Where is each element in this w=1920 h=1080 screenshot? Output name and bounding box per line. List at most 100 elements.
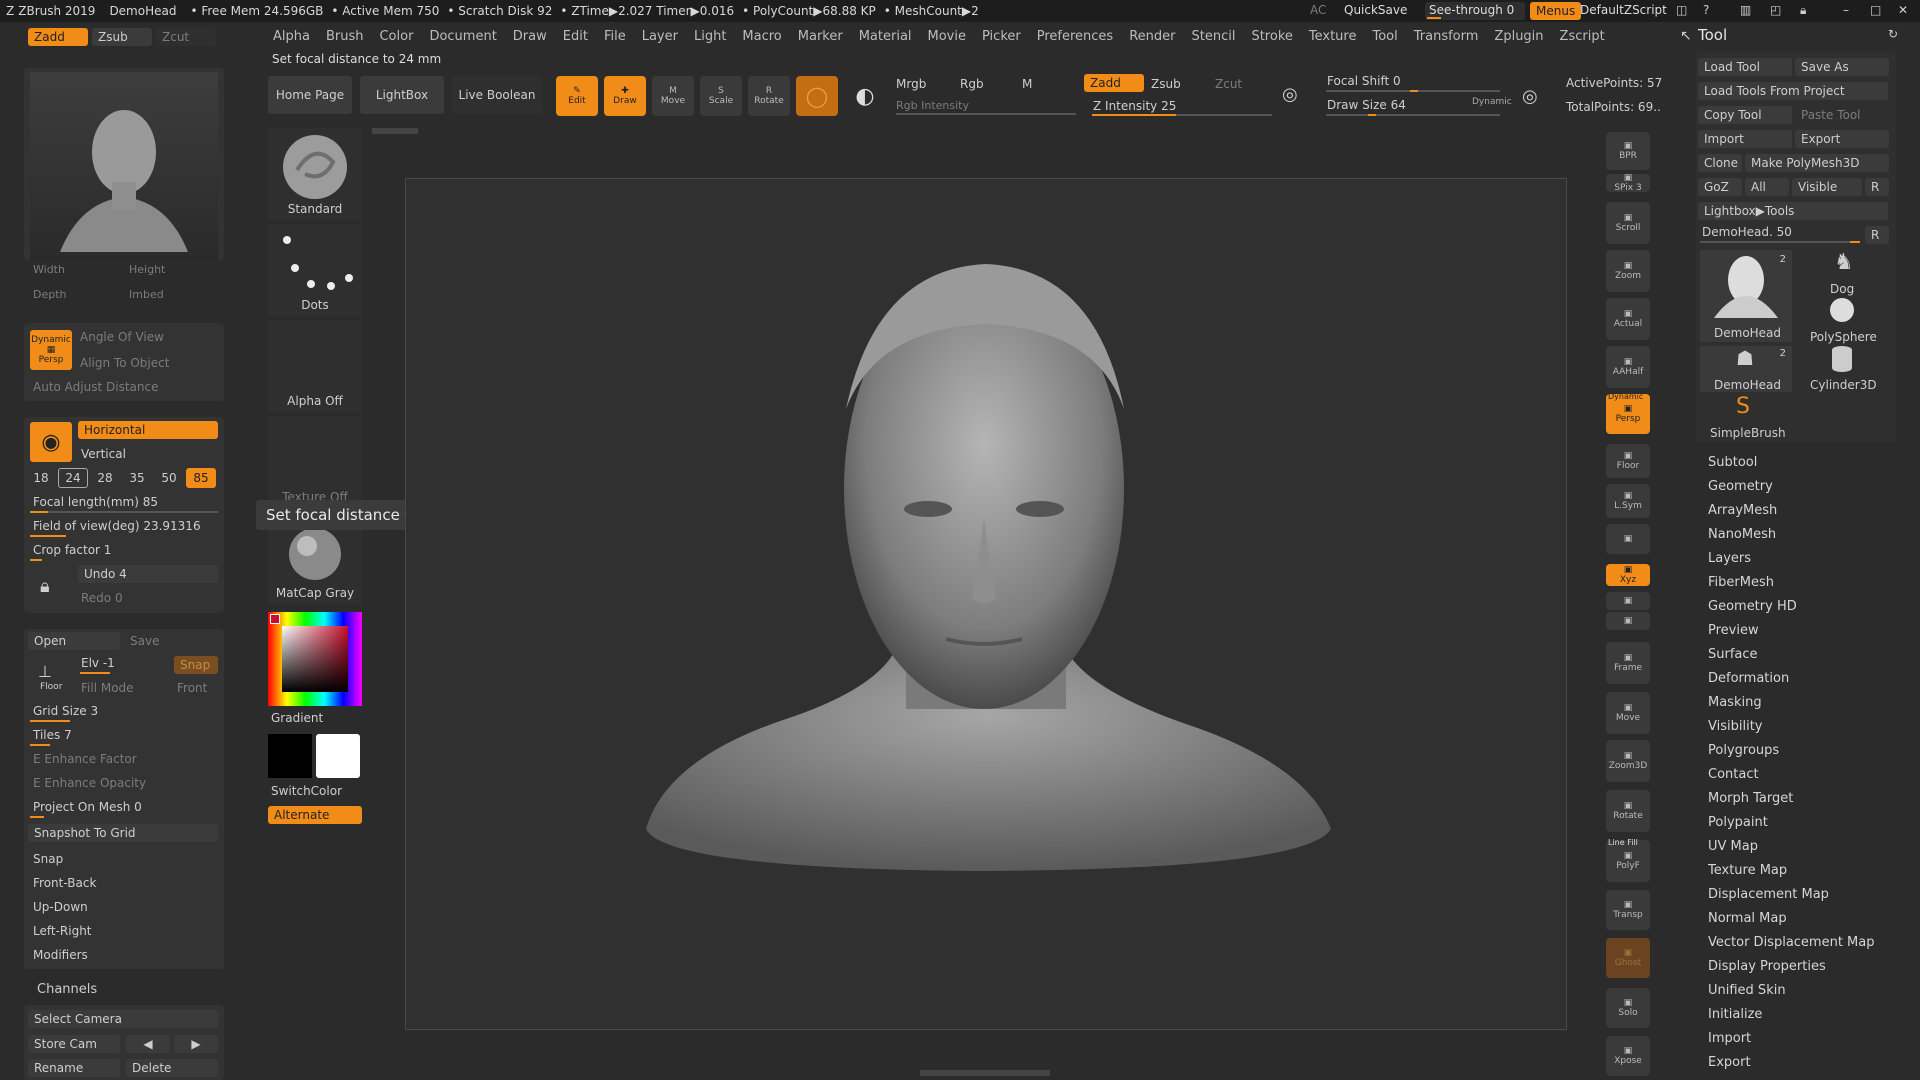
- spotlight-d-icon[interactable]: ◎: [1522, 86, 1538, 107]
- horizontal-button[interactable]: Horizontal: [78, 421, 218, 439]
- right-shelf-spix-3[interactable]: ▣ SPix 3: [1606, 173, 1650, 193]
- right-shelf-aahalf[interactable]: ▣ AAHalf: [1606, 346, 1650, 388]
- demohead-slider[interactable]: DemoHead. 50: [1702, 225, 1792, 239]
- angle-of-view[interactable]: Angle Of View: [80, 330, 164, 344]
- export-button[interactable]: Export: [1795, 130, 1889, 148]
- right-shelf-floor[interactable]: ▣ Floor: [1606, 444, 1650, 478]
- tool-panel-pin-icon[interactable]: ↖: [1680, 28, 1692, 44]
- window-layout-icon[interactable]: ◫: [1676, 3, 1687, 17]
- make-polymesh-button[interactable]: Make PolyMesh3D: [1745, 154, 1889, 172]
- tool-thumb-simplebrush[interactable]: S SimpleBrush: [1700, 394, 1792, 440]
- primary-color-swatch[interactable]: [316, 734, 360, 778]
- switchcolor-label[interactable]: SwitchColor: [271, 784, 342, 798]
- menu-stencil[interactable]: Stencil: [1183, 29, 1243, 44]
- tool-section-export[interactable]: Export: [1708, 1051, 1908, 1075]
- menu-preferences[interactable]: Preferences: [1029, 29, 1121, 44]
- menu-macro[interactable]: Macro: [734, 29, 789, 44]
- menu-layer[interactable]: Layer: [634, 29, 686, 44]
- tool-thumb-polysphere[interactable]: PolySphere: [1796, 298, 1888, 344]
- save-button[interactable]: Save: [130, 634, 159, 648]
- snapshot-to-grid-button[interactable]: Snapshot To Grid: [28, 824, 218, 842]
- minimize-icon[interactable]: –: [1843, 3, 1849, 17]
- zadd-mode-button[interactable]: Zadd: [28, 28, 88, 46]
- right-shelf-zoom3d[interactable]: ▣ Zoom3D: [1606, 740, 1650, 782]
- e-enhance-factor[interactable]: E Enhance Factor: [33, 752, 137, 766]
- tool-section-polygroups[interactable]: Polygroups: [1708, 739, 1908, 763]
- menu-picker[interactable]: Picker: [974, 29, 1029, 44]
- redo-button[interactable]: Redo 0: [81, 591, 123, 605]
- right-shelf-icon-12[interactable]: ▣: [1606, 612, 1650, 630]
- menu-tool[interactable]: Tool: [1364, 29, 1405, 44]
- tool-section-initialize[interactable]: Initialize: [1708, 1003, 1908, 1027]
- menu-file[interactable]: File: [596, 29, 634, 44]
- tool-thumb-demohead-1[interactable]: 2 DemoHead: [1700, 250, 1792, 342]
- lightbox-button[interactable]: LightBox: [360, 76, 444, 114]
- ui-toggle-icon[interactable]: ▥: [1740, 3, 1751, 17]
- menu-render[interactable]: Render: [1121, 29, 1183, 44]
- tool-thumb-demohead-2[interactable]: ☗ 2 DemoHead: [1700, 346, 1792, 392]
- crop-factor[interactable]: Crop factor 1: [33, 543, 111, 557]
- menu-edit[interactable]: Edit: [555, 29, 596, 44]
- grid-size[interactable]: Grid Size 3: [33, 704, 98, 718]
- texture-off-tile[interactable]: Texture Off: [268, 416, 362, 508]
- texture-sphere-button[interactable]: ◐: [844, 76, 886, 116]
- default-zscript[interactable]: DefaultZScript: [1580, 3, 1667, 17]
- open-button[interactable]: Open: [28, 632, 120, 650]
- shelf-zadd-button[interactable]: Zadd: [1084, 74, 1144, 92]
- tool-panel-title[interactable]: Tool: [1698, 26, 1727, 44]
- standard-brush-tile[interactable]: Standard: [268, 128, 362, 220]
- goz-visible-button[interactable]: Visible: [1792, 178, 1862, 196]
- zcut-mode-button[interactable]: Zcut: [156, 28, 216, 46]
- camera-icon[interactable]: ◉: [30, 422, 72, 462]
- menu-light[interactable]: Light: [686, 29, 734, 44]
- import-button[interactable]: Import: [1698, 130, 1792, 148]
- focal-preset-18[interactable]: 18: [26, 468, 56, 488]
- alpha-off-tile[interactable]: Alpha Off: [268, 320, 362, 412]
- menu-alpha[interactable]: Alpha: [265, 29, 318, 44]
- clone-button[interactable]: Clone: [1698, 154, 1742, 172]
- goz-button[interactable]: GoZ: [1698, 178, 1742, 196]
- right-shelf-xpose[interactable]: ▣ Xpose: [1606, 1036, 1650, 1076]
- project-on-mesh[interactable]: Project On Mesh 0: [33, 800, 142, 814]
- undo-button[interactable]: Undo 4: [78, 565, 218, 583]
- home-page-button[interactable]: Home Page: [268, 76, 352, 114]
- focal-preset-35[interactable]: 35: [122, 468, 152, 488]
- tool-section-morph-target[interactable]: Morph Target: [1708, 787, 1908, 811]
- left-right-item[interactable]: Left-Right: [33, 924, 92, 938]
- tool-thumb-dog[interactable]: ♞ Dog: [1796, 250, 1888, 296]
- next-camera-icon[interactable]: ▶: [174, 1035, 218, 1053]
- goz-r-button[interactable]: R: [1865, 178, 1889, 196]
- right-shelf-icon-9[interactable]: ▣: [1606, 524, 1650, 554]
- fill-mode[interactable]: Fill Mode: [81, 681, 134, 695]
- menu-transform[interactable]: Transform: [1406, 29, 1487, 44]
- quicksave-button[interactable]: QuickSave: [1344, 3, 1407, 17]
- tool-section-texture-map[interactable]: Texture Map: [1708, 859, 1908, 883]
- focal-preset-50[interactable]: 50: [154, 468, 184, 488]
- see-through-slider[interactable]: See-through 0: [1425, 2, 1525, 20]
- tiles[interactable]: Tiles 7: [33, 728, 72, 742]
- right-shelf-l-sym[interactable]: ▣ L.Sym: [1606, 484, 1650, 518]
- front-back-item[interactable]: Front-Back: [33, 876, 96, 890]
- dots-stroke-tile[interactable]: Dots: [268, 224, 362, 316]
- demohead-r-button[interactable]: R: [1865, 226, 1889, 244]
- tool-section-nanomesh[interactable]: NanoMesh: [1708, 523, 1908, 547]
- material-sphere-button[interactable]: ◯: [796, 76, 838, 116]
- live-boolean-button[interactable]: Live Boolean: [452, 76, 542, 114]
- front-button[interactable]: Front: [177, 681, 207, 695]
- tool-panel-refresh-icon[interactable]: ↻: [1888, 27, 1898, 41]
- menu-document[interactable]: Document: [421, 29, 504, 44]
- right-shelf-move[interactable]: ▣ Move: [1606, 692, 1650, 734]
- prev-camera-icon[interactable]: ◀: [126, 1035, 170, 1053]
- copy-tool-button[interactable]: Copy Tool: [1698, 106, 1792, 124]
- tool-section-deformation[interactable]: Deformation: [1708, 667, 1908, 691]
- tool-section-geometry-hd[interactable]: Geometry HD: [1708, 595, 1908, 619]
- right-shelf-frame[interactable]: ▣ Frame: [1606, 642, 1650, 684]
- tool-section-polypaint[interactable]: Polypaint: [1708, 811, 1908, 835]
- rename-camera-button[interactable]: Rename: [28, 1059, 120, 1077]
- tool-section-layers[interactable]: Layers: [1708, 547, 1908, 571]
- tool-section-contact[interactable]: Contact: [1708, 763, 1908, 787]
- tool-section-displacement-map[interactable]: Displacement Map: [1708, 883, 1908, 907]
- dynamic-label[interactable]: Dynamic: [1472, 97, 1512, 107]
- select-camera-button[interactable]: Select Camera: [28, 1010, 218, 1028]
- move-mode-button[interactable]: M Move: [652, 76, 694, 116]
